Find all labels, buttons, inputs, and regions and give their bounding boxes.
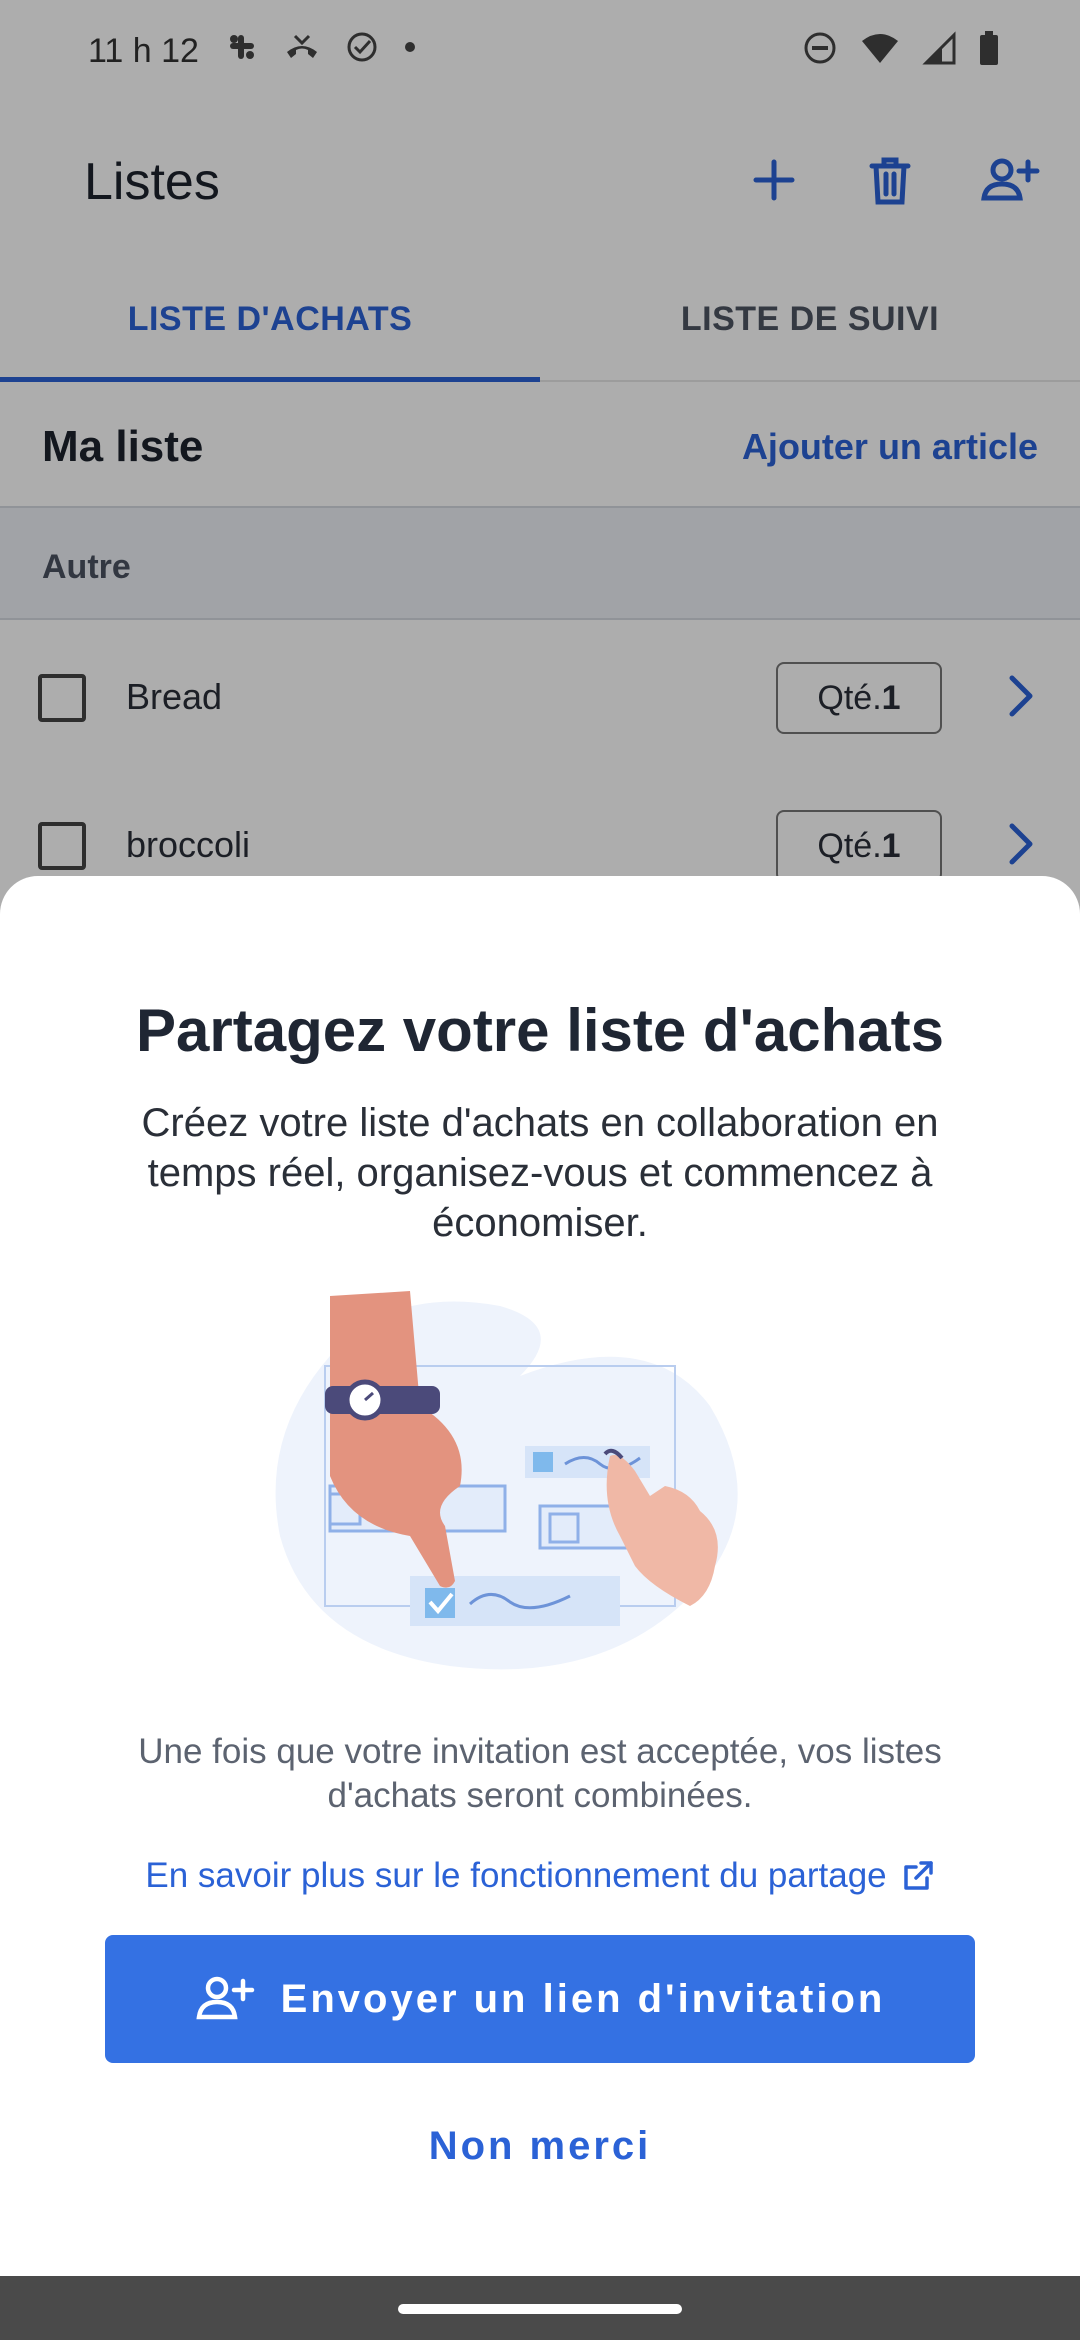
sheet-note: Une fois que votre invitation est accept…	[138, 1732, 942, 1815]
sharing-illustration	[275, 1291, 738, 1670]
home-gesture-handle[interactable]	[398, 2304, 682, 2314]
no-thanks-button[interactable]: Non merci	[0, 2124, 1080, 2169]
send-invite-button[interactable]: Envoyer un lien d'invitation	[105, 1935, 975, 2063]
send-invite-label: Envoyer un lien d'invitation	[280, 1976, 886, 2021]
external-link-icon	[903, 1861, 933, 1890]
sheet-title: Partagez votre liste d'achats	[136, 997, 944, 1064]
learn-more-label: En savoir plus sur le fonctionnement du …	[145, 1856, 887, 1895]
navigation-bar	[0, 2276, 1080, 2340]
sheet-description: Créez votre liste d'achats en collaborat…	[141, 1101, 939, 1245]
learn-more-link[interactable]: En savoir plus sur le fonctionnement du …	[0, 1856, 1080, 1896]
share-bottom-sheet: Partagez votre liste d'achats Créez votr…	[0, 876, 1080, 2276]
add-person-icon	[196, 1976, 254, 2020]
